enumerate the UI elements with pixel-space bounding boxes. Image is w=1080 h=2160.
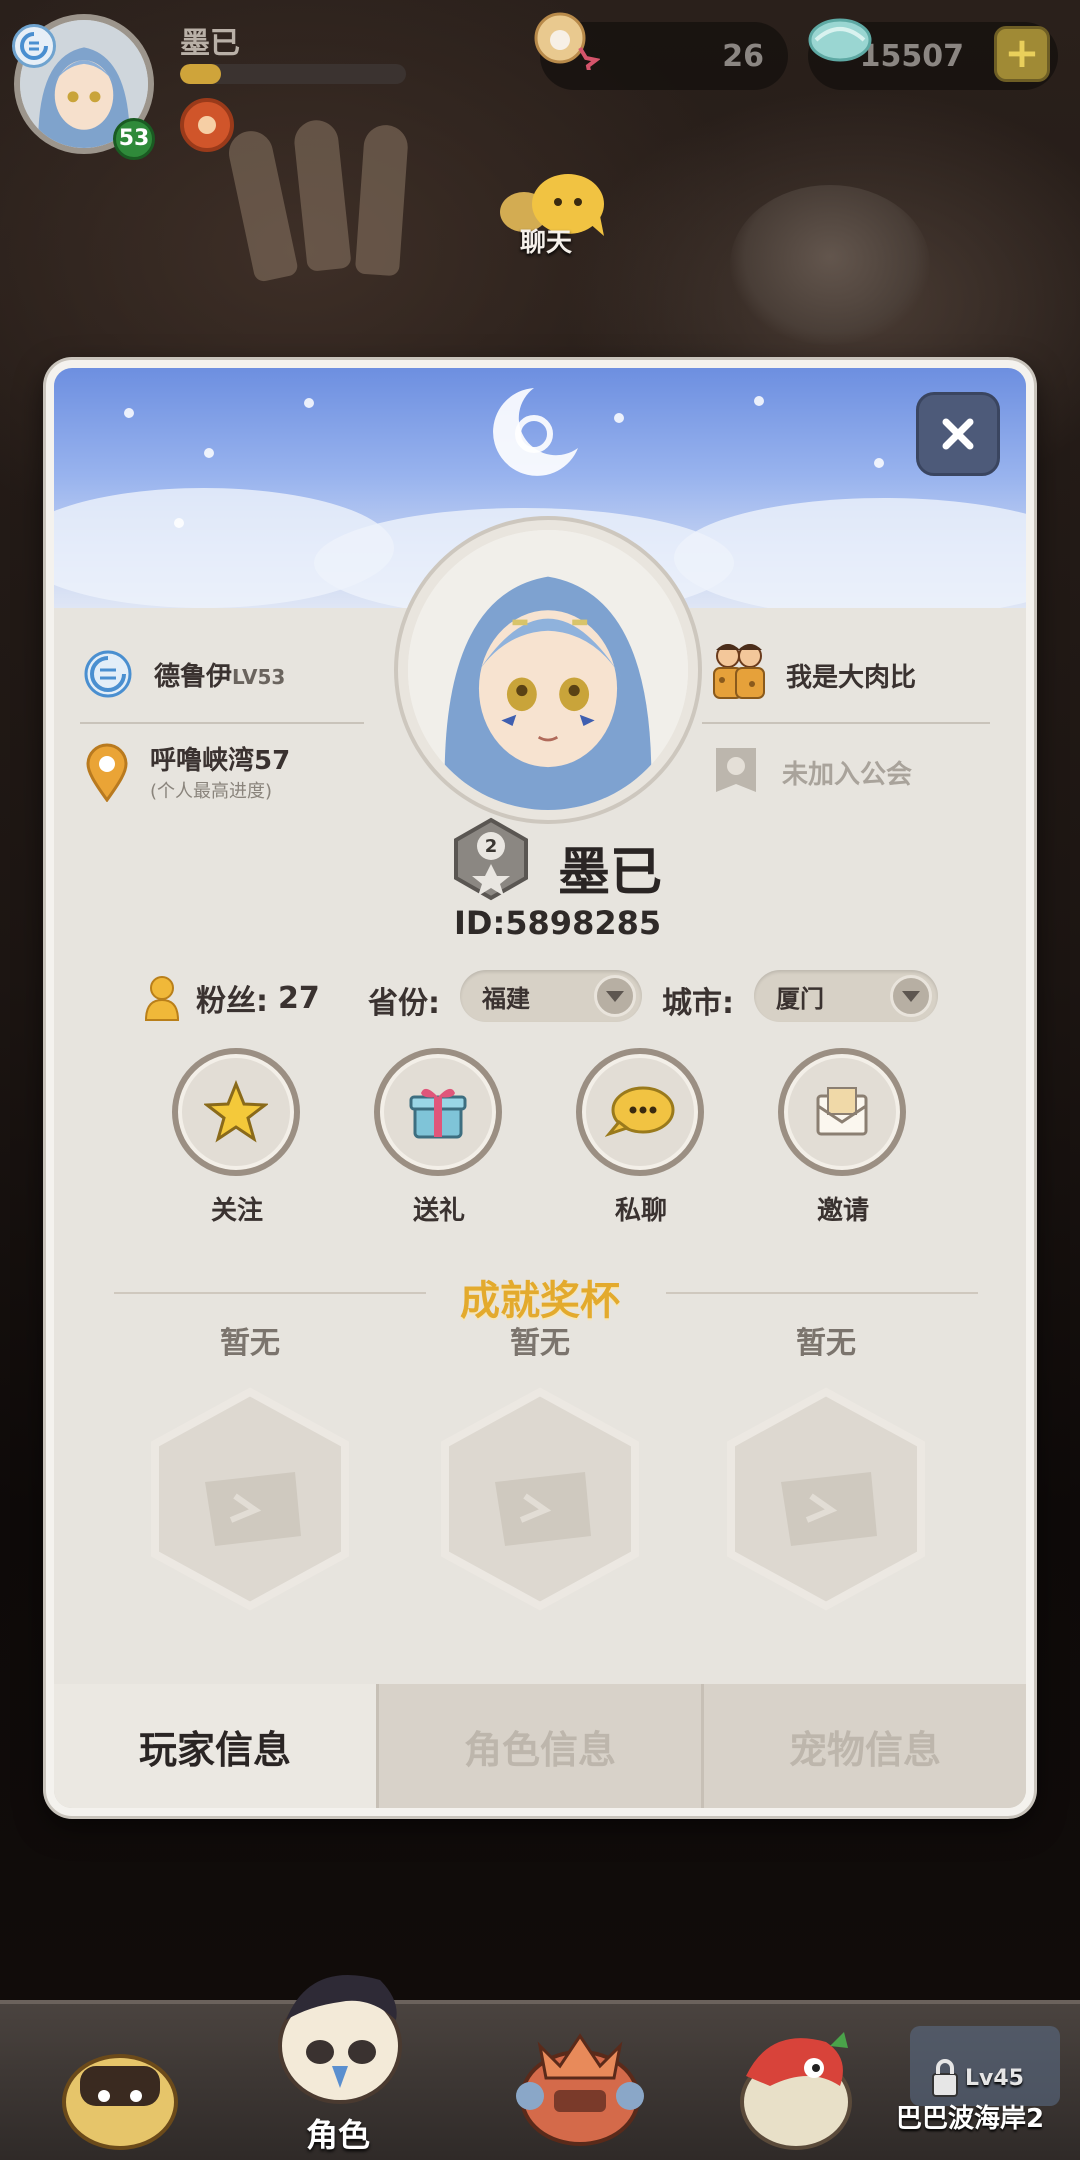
empty-trophy-icon xyxy=(727,1387,925,1611)
moon-emblem-icon xyxy=(493,388,578,476)
cloud-decoration xyxy=(674,498,1026,608)
player-name: 墨已 xyxy=(558,843,663,903)
buff-badge-icon[interactable] xyxy=(180,98,234,152)
druid-class-icon xyxy=(84,650,132,698)
close-icon xyxy=(942,418,974,450)
gem-shell-icon xyxy=(808,18,872,62)
star-icon xyxy=(204,1080,268,1143)
svg-text:2: 2 xyxy=(485,836,498,857)
trophy-slot[interactable]: 暂无 xyxy=(140,1318,360,1616)
player-avatar xyxy=(398,520,698,820)
divider xyxy=(666,1292,978,1294)
chevron-down-icon xyxy=(890,975,932,1017)
fans-label: 粉丝: xyxy=(196,984,268,1019)
add-currency-button[interactable]: + xyxy=(994,26,1050,82)
trophy-empty-label: 暂无 xyxy=(220,1326,280,1361)
city-select[interactable]: 厦门 xyxy=(754,970,938,1022)
gift-label: 送礼 xyxy=(412,1196,465,1226)
province-value: 福建 xyxy=(482,984,530,1013)
locked-level: Lv45 xyxy=(965,2066,1024,2091)
close-button[interactable] xyxy=(916,392,1000,476)
trophy-slot[interactable]: 暂无 xyxy=(716,1318,936,1616)
active-character-label[interactable]: 角色 xyxy=(306,2110,370,2156)
divider xyxy=(702,722,990,724)
profile-tabs: 玩家信息 角色信息 宠物信息 xyxy=(54,1684,1026,1808)
progress-info: 呼噜峡湾57 (个人最高进度) xyxy=(84,740,290,803)
fans-icon xyxy=(144,976,180,1021)
character-slot-beast[interactable] xyxy=(710,2006,890,2156)
skull-decoration xyxy=(730,185,930,345)
location-pin-icon xyxy=(86,743,128,802)
follow-button[interactable]: 关注 xyxy=(172,1048,302,1227)
chat-icon xyxy=(605,1086,675,1137)
bone-decoration xyxy=(292,118,352,272)
empty-trophy-icon xyxy=(151,1387,349,1611)
character-slot-warrior[interactable] xyxy=(490,2006,670,2156)
class-name: 德鲁伊 xyxy=(154,661,233,692)
location-name: 呼噜峡湾57 xyxy=(150,746,291,776)
private-chat-button[interactable]: 私聊 xyxy=(576,1048,706,1227)
gift-button[interactable]: 送礼 xyxy=(374,1048,504,1227)
chat-label[interactable]: 聊天 xyxy=(520,222,572,259)
locked-map-label: 巴巴波海岸2 xyxy=(896,2104,1045,2134)
guild-banner-icon xyxy=(716,748,756,792)
empty-trophy-icon xyxy=(441,1387,639,1611)
hud-player-name: 墨已 xyxy=(180,26,240,61)
divider xyxy=(80,722,364,724)
caveman-couple-icon xyxy=(713,644,765,699)
invite-button[interactable]: 邀请 xyxy=(778,1048,908,1227)
avatar-portrait-icon xyxy=(408,530,688,810)
trophy-empty-label: 暂无 xyxy=(796,1326,856,1361)
city-value: 厦门 xyxy=(776,984,824,1013)
fans-value: 27 xyxy=(278,980,320,1016)
guild-info[interactable]: 未加入公会 xyxy=(710,744,912,800)
city-label: 城市: xyxy=(662,986,734,1021)
partner-name: 我是大肉比 xyxy=(786,662,917,693)
class-emblem xyxy=(12,24,56,68)
lock-icon xyxy=(932,2059,958,2097)
shell-icon xyxy=(534,12,600,70)
exp-bar-fill xyxy=(180,64,221,84)
tab-player-info[interactable]: 玩家信息 xyxy=(54,1684,376,1808)
shell-count: 26 xyxy=(722,38,764,74)
fans-count: 粉丝: 27 xyxy=(142,974,320,1022)
character-slot-active[interactable] xyxy=(250,1950,430,2120)
bone-decoration xyxy=(224,127,300,283)
follow-label: 关注 xyxy=(210,1196,263,1226)
class-info: 德鲁伊 LV53 xyxy=(82,648,285,700)
player-level-badge: 53 xyxy=(113,118,155,160)
tab-pet-info[interactable]: 宠物信息 xyxy=(701,1684,1026,1808)
gift-icon xyxy=(409,1088,467,1139)
rank-badge-icon: 2 xyxy=(454,817,528,901)
druid-class-icon xyxy=(20,32,48,60)
province-select[interactable]: 福建 xyxy=(460,970,642,1022)
chevron-down-icon xyxy=(594,975,636,1017)
character-slot-caveman[interactable] xyxy=(30,2006,210,2156)
class-level: LV53 xyxy=(232,665,286,689)
location-note: (个人最高进度) xyxy=(150,781,273,802)
tab-character-info[interactable]: 角色信息 xyxy=(376,1684,701,1808)
exp-bar xyxy=(180,64,406,84)
bone-decoration xyxy=(354,123,410,277)
trophy-slot[interactable]: 暂无 xyxy=(430,1318,650,1616)
player-id: ID:5898285 xyxy=(454,904,662,942)
mail-icon xyxy=(816,1087,868,1136)
invite-label: 邀请 xyxy=(816,1196,869,1226)
player-profile-dialog: 德鲁伊 LV53 呼噜峡湾57 (个人最高进度) 我是大肉比 未加入公会 2 墨… xyxy=(46,360,1034,1816)
private-chat-label: 私聊 xyxy=(614,1196,667,1226)
province-label: 省份: xyxy=(368,986,440,1021)
partner-info[interactable]: 我是大肉比 xyxy=(708,640,916,710)
guild-status: 未加入公会 xyxy=(782,759,913,790)
trophy-empty-label: 暂无 xyxy=(510,1326,570,1361)
